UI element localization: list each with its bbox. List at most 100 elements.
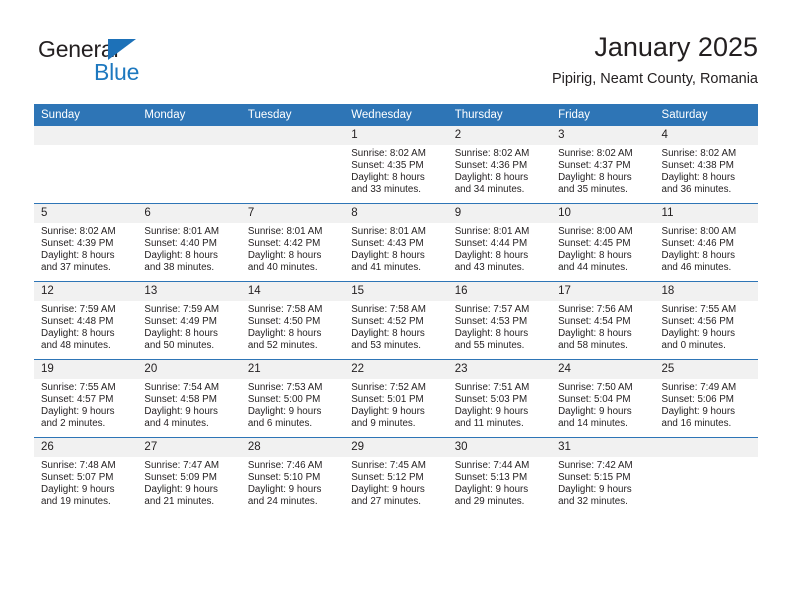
- day-cell[interactable]: [137, 126, 241, 204]
- sunset-text: Sunset: 4:43 PM: [351, 238, 424, 250]
- daylight-text-line1: Daylight: 9 hours: [454, 406, 529, 418]
- sunset-text: Sunset: 5:04 PM: [558, 394, 631, 406]
- day-cell[interactable]: [654, 437, 758, 515]
- daylight-text-line1: Daylight: 8 hours: [661, 250, 736, 262]
- day-cell[interactable]: 6 Sunrise: 8:01 AM Sunset: 4:40 PM Dayli…: [137, 203, 241, 282]
- day-number: 13: [137, 282, 241, 301]
- day-cell[interactable]: 8 Sunrise: 8:01 AM Sunset: 4:43 PM Dayli…: [344, 203, 448, 282]
- day-cell[interactable]: 7 Sunrise: 8:01 AM Sunset: 4:42 PM Dayli…: [240, 203, 345, 282]
- daylight-text-line2: and 46 minutes.: [661, 262, 732, 274]
- day-number: 1: [344, 126, 448, 145]
- day-cell[interactable]: 24 Sunrise: 7:50 AM Sunset: 5:04 PM Dayl…: [551, 359, 655, 438]
- sunset-text: Sunset: 4:36 PM: [454, 160, 528, 172]
- day-number: 27: [137, 438, 241, 457]
- day-details: Sunrise: 7:45 AM Sunset: 5:12 PM Dayligh…: [344, 457, 447, 508]
- day-cell[interactable]: 18 Sunrise: 7:55 AM Sunset: 4:56 PM Dayl…: [654, 281, 758, 360]
- day-cell[interactable]: 12 Sunrise: 7:59 AM Sunset: 4:48 PM Dayl…: [34, 281, 138, 360]
- day-details: Sunrise: 7:55 AM Sunset: 4:57 PM Dayligh…: [34, 379, 137, 430]
- sunset-text: Sunset: 5:15 PM: [558, 472, 631, 484]
- day-cell[interactable]: 26 Sunrise: 7:48 AM Sunset: 5:07 PM Dayl…: [34, 437, 138, 515]
- sunset-text: Sunset: 4:56 PM: [661, 316, 734, 328]
- logo-text-blue: Blue: [94, 59, 140, 85]
- day-cell[interactable]: 13 Sunrise: 7:59 AM Sunset: 4:49 PM Dayl…: [137, 281, 241, 360]
- daylight-text-line2: and 35 minutes.: [558, 184, 628, 196]
- sunrise-text: Sunrise: 7:47 AM: [144, 460, 220, 471]
- sunrise-text: Sunrise: 7:57 AM: [454, 304, 530, 315]
- sunrise-text: Sunrise: 7:59 AM: [144, 304, 220, 315]
- day-cell[interactable]: [240, 126, 345, 204]
- sunrise-text: Sunrise: 7:52 AM: [351, 382, 426, 393]
- day-details: Sunrise: 8:00 AM Sunset: 4:46 PM Dayligh…: [655, 223, 758, 274]
- day-details: [655, 457, 758, 460]
- daylight-text-line2: and 2 minutes.: [41, 418, 106, 430]
- day-number: 28: [240, 438, 345, 457]
- day-cell[interactable]: 23 Sunrise: 7:51 AM Sunset: 5:03 PM Dayl…: [447, 359, 552, 438]
- day-number: 18: [654, 282, 758, 301]
- sunrise-text: Sunrise: 7:50 AM: [558, 382, 633, 393]
- day-cell[interactable]: 27 Sunrise: 7:47 AM Sunset: 5:09 PM Dayl…: [137, 437, 241, 515]
- daylight-text-line1: Daylight: 8 hours: [41, 328, 115, 340]
- sunset-text: Sunset: 4:52 PM: [351, 316, 424, 328]
- day-cell[interactable]: 30 Sunrise: 7:44 AM Sunset: 5:13 PM Dayl…: [447, 437, 552, 515]
- daylight-text-line2: and 9 minutes.: [351, 418, 416, 430]
- daylight-text-line2: and 11 minutes.: [454, 418, 524, 430]
- sunset-text: Sunset: 5:06 PM: [661, 394, 734, 406]
- daylight-text-line2: and 19 minutes.: [41, 496, 111, 508]
- day-cell[interactable]: [34, 126, 138, 204]
- day-cell[interactable]: 19 Sunrise: 7:55 AM Sunset: 4:57 PM Dayl…: [34, 359, 138, 438]
- calendar-table: Sunday Monday Tuesday Wednesday Thursday…: [34, 104, 758, 515]
- day-number: 14: [240, 282, 345, 301]
- sunrise-text: Sunrise: 8:01 AM: [454, 226, 530, 237]
- calendar-week-row: 5 Sunrise: 8:02 AM Sunset: 4:39 PM Dayli…: [34, 203, 758, 282]
- day-number: 19: [34, 360, 138, 379]
- day-cell[interactable]: 14 Sunrise: 7:58 AM Sunset: 4:50 PM Dayl…: [240, 281, 345, 360]
- day-cell[interactable]: 20 Sunrise: 7:54 AM Sunset: 4:58 PM Dayl…: [137, 359, 241, 438]
- day-cell[interactable]: 22 Sunrise: 7:52 AM Sunset: 5:01 PM Dayl…: [344, 359, 448, 438]
- calendar-week-row: 19 Sunrise: 7:55 AM Sunset: 4:57 PM Dayl…: [34, 359, 758, 438]
- day-number: 2: [447, 126, 552, 145]
- day-number: 30: [447, 438, 552, 457]
- day-cell[interactable]: 16 Sunrise: 7:57 AM Sunset: 4:53 PM Dayl…: [447, 281, 552, 360]
- day-number: 26: [34, 438, 138, 457]
- day-cell[interactable]: 9 Sunrise: 8:01 AM Sunset: 4:44 PM Dayli…: [447, 203, 552, 282]
- daylight-text-line1: Daylight: 8 hours: [454, 328, 529, 340]
- sunrise-text: Sunrise: 7:48 AM: [41, 460, 116, 471]
- day-cell[interactable]: 21 Sunrise: 7:53 AM Sunset: 5:00 PM Dayl…: [240, 359, 345, 438]
- weekday-header-saturday: Saturday: [654, 104, 758, 126]
- day-cell[interactable]: 1 Sunrise: 8:02 AM Sunset: 4:35 PM Dayli…: [344, 126, 448, 204]
- day-cell[interactable]: 28 Sunrise: 7:46 AM Sunset: 5:10 PM Dayl…: [240, 437, 345, 515]
- day-details: Sunrise: 8:01 AM Sunset: 4:43 PM Dayligh…: [344, 223, 447, 274]
- day-cell[interactable]: 11 Sunrise: 8:00 AM Sunset: 4:46 PM Dayl…: [654, 203, 758, 282]
- day-cell[interactable]: 15 Sunrise: 7:58 AM Sunset: 4:52 PM Dayl…: [344, 281, 448, 360]
- day-details: Sunrise: 7:44 AM Sunset: 5:13 PM Dayligh…: [448, 457, 551, 508]
- day-cell[interactable]: 29 Sunrise: 7:45 AM Sunset: 5:12 PM Dayl…: [344, 437, 448, 515]
- day-cell[interactable]: 2 Sunrise: 8:02 AM Sunset: 4:36 PM Dayli…: [447, 126, 552, 204]
- sunrise-text: Sunrise: 8:01 AM: [144, 226, 220, 237]
- day-number: 29: [344, 438, 448, 457]
- weekday-header-wednesday: Wednesday: [344, 104, 448, 126]
- day-cell[interactable]: 31 Sunrise: 7:42 AM Sunset: 5:15 PM Dayl…: [551, 437, 655, 515]
- day-cell[interactable]: 5 Sunrise: 8:02 AM Sunset: 4:39 PM Dayli…: [34, 203, 138, 282]
- sunrise-text: Sunrise: 7:51 AM: [454, 382, 530, 393]
- sunset-text: Sunset: 5:09 PM: [144, 472, 217, 484]
- day-cell[interactable]: 4 Sunrise: 8:02 AM Sunset: 4:38 PM Dayli…: [654, 126, 758, 204]
- day-details: Sunrise: 7:51 AM Sunset: 5:03 PM Dayligh…: [448, 379, 551, 430]
- daylight-text-line1: Daylight: 9 hours: [558, 406, 632, 418]
- sunset-text: Sunset: 4:54 PM: [558, 316, 631, 328]
- daylight-text-line2: and 48 minutes.: [41, 340, 111, 352]
- day-cell[interactable]: 17 Sunrise: 7:56 AM Sunset: 4:54 PM Dayl…: [551, 281, 655, 360]
- daylight-text-line1: Daylight: 8 hours: [247, 328, 322, 340]
- day-details: Sunrise: 7:55 AM Sunset: 4:56 PM Dayligh…: [655, 301, 758, 352]
- daylight-text-line2: and 27 minutes.: [351, 496, 421, 508]
- sunrise-text: Sunrise: 8:02 AM: [454, 148, 530, 159]
- sunrise-text: Sunrise: 7:53 AM: [247, 382, 323, 393]
- day-cell[interactable]: 3 Sunrise: 8:02 AM Sunset: 4:37 PM Dayli…: [551, 126, 655, 204]
- day-cell[interactable]: 10 Sunrise: 8:00 AM Sunset: 4:45 PM Dayl…: [551, 203, 655, 282]
- day-cell[interactable]: 25 Sunrise: 7:49 AM Sunset: 5:06 PM Dayl…: [654, 359, 758, 438]
- daylight-text-line1: Daylight: 8 hours: [661, 172, 736, 184]
- weekday-header-monday: Monday: [137, 104, 241, 126]
- sunset-text: Sunset: 4:57 PM: [41, 394, 114, 406]
- daylight-text-line1: Daylight: 9 hours: [144, 406, 218, 418]
- day-details: Sunrise: 7:42 AM Sunset: 5:15 PM Dayligh…: [551, 457, 654, 508]
- daylight-text-line1: Daylight: 9 hours: [661, 406, 736, 418]
